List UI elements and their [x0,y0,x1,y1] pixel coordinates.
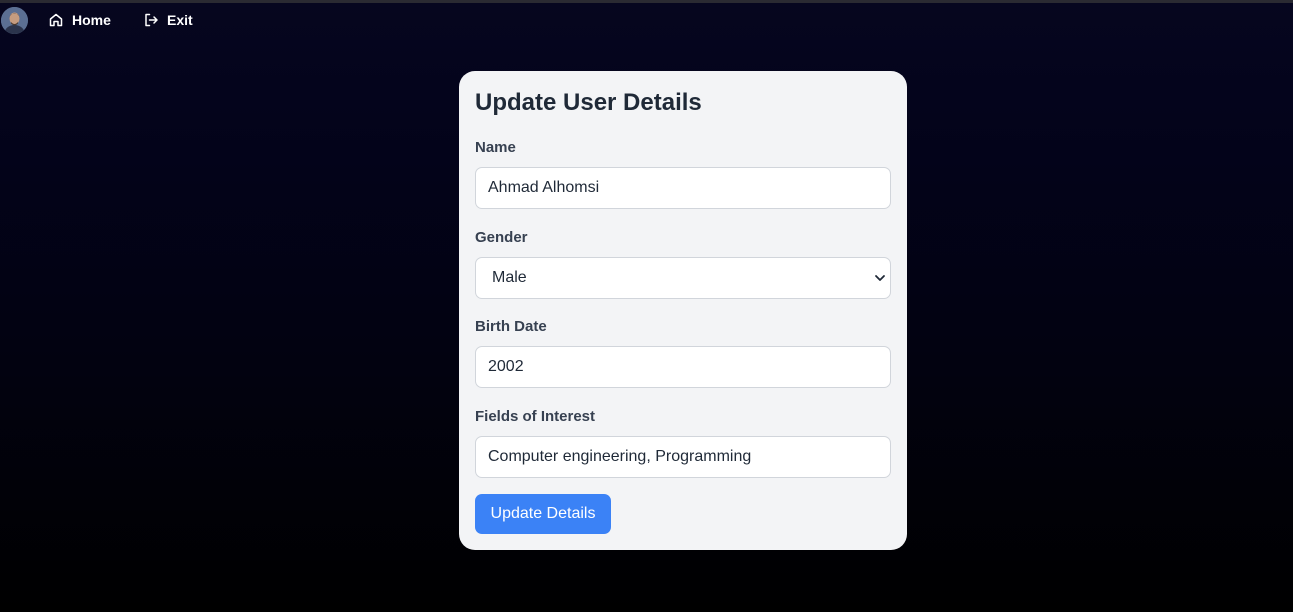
interests-label: Fields of Interest [475,408,596,425]
nav-exit-link[interactable]: Exit [143,12,193,28]
birth-date-label: Birth Date [475,318,547,335]
gender-label: Gender [475,229,528,246]
nav-exit-label: Exit [167,12,193,28]
name-label: Name [475,139,516,156]
navbar: Home Exit [0,3,1293,39]
update-user-form: Update User Details Name Gender Male Bir… [459,71,907,550]
nav-home-link[interactable]: Home [48,12,111,28]
home-icon [49,13,63,27]
exit-icon [145,13,158,27]
update-details-button[interactable]: Update Details [475,494,611,534]
birth-date-input[interactable] [475,346,891,388]
avatar[interactable] [1,7,28,34]
gender-selected-value: Male [492,269,527,286]
name-input[interactable] [475,167,891,209]
nav-home-label: Home [72,12,111,28]
interests-input[interactable] [475,436,891,478]
avatar-image [1,7,28,34]
form-title: Update User Details [475,89,702,116]
chevron-down-icon [875,275,885,281]
gender-select[interactable]: Male [475,257,891,299]
